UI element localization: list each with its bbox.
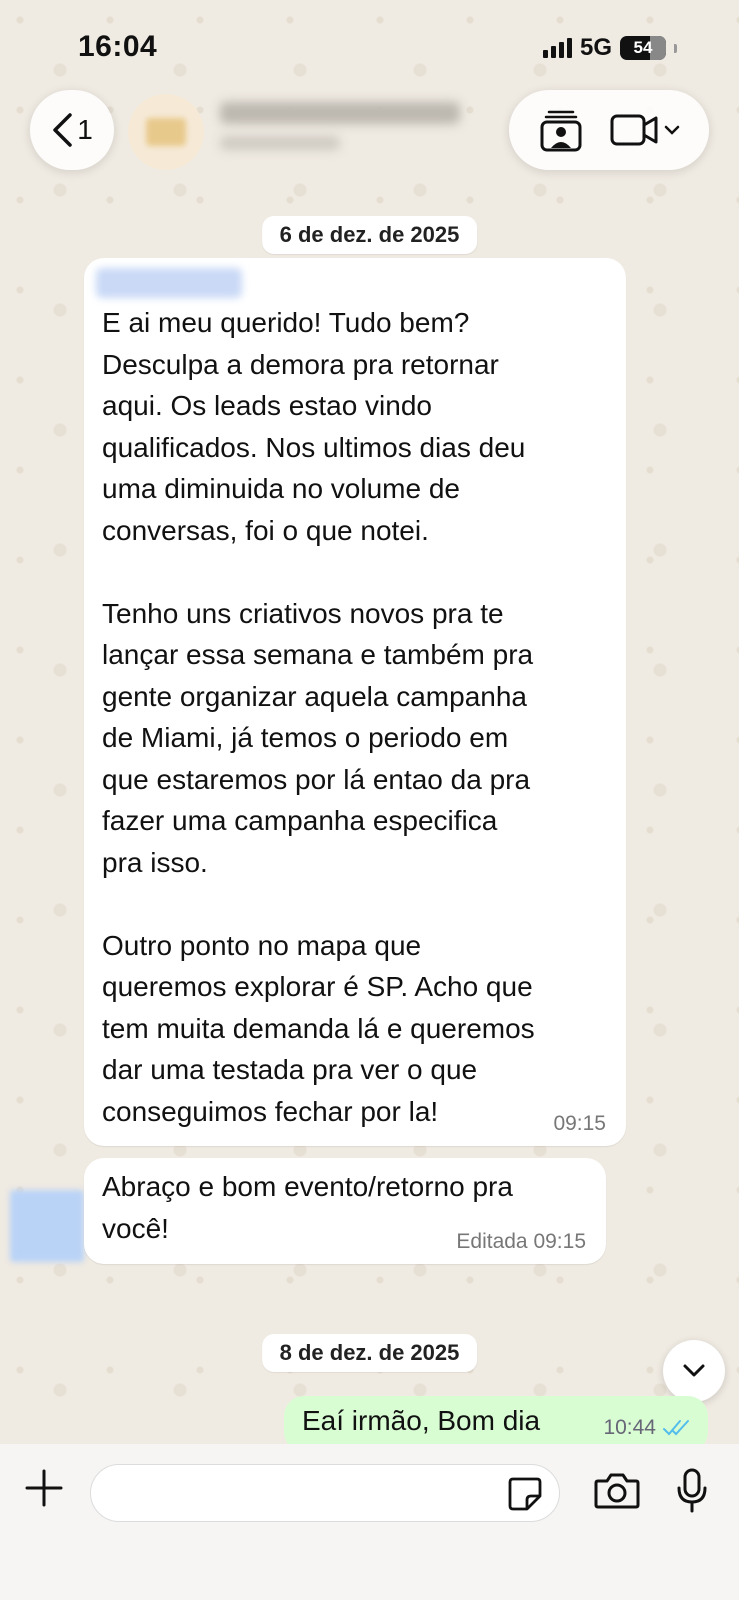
incoming-message[interactable]: E ai meu querido! Tudo bem? Desculpa a d…	[84, 258, 626, 1146]
chat-header: 1	[0, 88, 739, 176]
message-text: Eaí irmão, Bom dia	[302, 1405, 541, 1436]
message-status: 10:44	[603, 1416, 692, 1440]
status-bar: 16:04 5G 54	[0, 0, 739, 90]
message-text: E ai meu querido! Tudo bem? Desculpa a d…	[102, 307, 535, 1127]
message-composer	[0, 1444, 739, 1600]
message-time: 09:15	[553, 1112, 606, 1135]
sender-avatar[interactable]	[10, 1190, 84, 1262]
unread-count: 1	[77, 114, 93, 145]
contact-name-redacted[interactable]	[220, 102, 460, 124]
camera-button[interactable]	[594, 1471, 640, 1514]
attach-button[interactable]	[24, 1468, 64, 1513]
contact-subtitle-redacted	[220, 136, 340, 150]
contact-card-icon	[540, 110, 581, 152]
voice-message-button[interactable]	[676, 1468, 708, 1519]
network-type: 5G	[579, 34, 612, 61]
chevron-down-icon	[664, 125, 679, 135]
video-call-button[interactable]	[610, 112, 680, 148]
chevron-left-icon	[53, 113, 72, 147]
video-camera-icon	[610, 114, 657, 146]
incoming-message[interactable]: Abraço e bom evento/retorno pra você! Ed…	[84, 1158, 606, 1264]
battery-level: 54	[633, 38, 653, 57]
message-input[interactable]	[90, 1464, 560, 1522]
sender-name-redacted	[96, 268, 242, 298]
sticker-icon	[508, 1477, 542, 1511]
status-time: 16:04	[78, 30, 158, 63]
header-actions	[509, 90, 709, 170]
read-ticks-icon	[663, 1420, 689, 1436]
contact-card-button[interactable]	[539, 108, 583, 152]
date-separator: 6 de dez. de 2025	[261, 216, 478, 254]
status-indicators: 5G 54	[542, 34, 677, 62]
chevron-down-icon	[683, 1364, 705, 1377]
contact-avatar[interactable]	[128, 94, 204, 170]
signal-icon	[542, 38, 572, 58]
scroll-to-bottom-button[interactable]	[663, 1340, 725, 1402]
message-time-edited: Editada 09:15	[456, 1230, 586, 1253]
date-separator: 8 de dez. de 2025	[261, 1334, 478, 1372]
back-button[interactable]: 1	[30, 90, 114, 170]
plus-icon	[25, 1469, 63, 1507]
camera-icon	[594, 1473, 640, 1509]
battery-tip	[674, 43, 677, 53]
battery-icon: 54	[620, 36, 666, 60]
microphone-icon	[677, 1468, 707, 1513]
message-time: 10:44	[603, 1416, 656, 1439]
sticker-button[interactable]	[507, 1476, 543, 1517]
